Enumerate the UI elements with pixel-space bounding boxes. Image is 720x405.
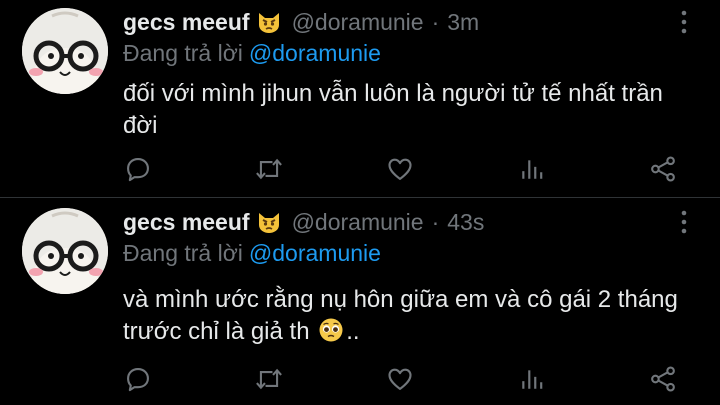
replying-to: Đang trả lời @doramunie bbox=[123, 38, 381, 68]
retweet-icon bbox=[256, 368, 282, 390]
user-handle[interactable]: @doramunie bbox=[292, 9, 424, 36]
display-name[interactable]: gecs meeuf bbox=[123, 209, 250, 236]
heart-icon bbox=[388, 368, 412, 390]
more-vertical-icon[interactable] bbox=[672, 10, 696, 34]
user-handle[interactable]: @doramunie bbox=[292, 209, 424, 236]
tweet[interactable]: gecs meeuf @doramunie · 3m Đang trả lời … bbox=[0, 0, 720, 198]
tweet-text-main: đối với mình jihun vẫn luôn là người tử … bbox=[123, 80, 663, 139]
stats-button[interactable] bbox=[517, 154, 547, 184]
display-name[interactable]: gecs meeuf bbox=[123, 9, 250, 36]
like-button[interactable] bbox=[385, 154, 415, 184]
share-button[interactable] bbox=[648, 364, 678, 394]
tweet-header: gecs meeuf @doramunie · 3m bbox=[123, 4, 479, 40]
retweet-button[interactable] bbox=[254, 154, 284, 184]
reply-bubble-icon bbox=[127, 158, 149, 182]
tweet-text: đối với mình jihun vẫn luôn là người tử … bbox=[123, 78, 693, 142]
share-button[interactable] bbox=[648, 154, 678, 184]
avatar[interactable] bbox=[22, 208, 108, 294]
reply-mention-link[interactable]: @doramunie bbox=[249, 240, 381, 267]
reply-mention-link[interactable]: @doramunie bbox=[249, 40, 381, 67]
tweet-text-main: và mình ước rằng nụ hôn giữa em và cô gá… bbox=[123, 286, 678, 345]
stats-button[interactable] bbox=[517, 364, 547, 394]
pouting-cat-emoji-icon bbox=[256, 209, 282, 235]
retweet-icon bbox=[256, 158, 282, 180]
tweet-text: và mình ước rằng nụ hôn giữa em và cô gá… bbox=[123, 284, 693, 352]
reply-bubble-icon bbox=[127, 368, 149, 392]
action-bar bbox=[0, 152, 720, 186]
reply-prefix: Đang trả lời bbox=[123, 239, 243, 266]
analytics-bars-icon bbox=[522, 370, 543, 389]
retweet-button[interactable] bbox=[254, 364, 284, 394]
timestamp[interactable]: 43s bbox=[447, 209, 484, 236]
tweet-text-tail: .. bbox=[346, 318, 360, 345]
share-icon bbox=[651, 156, 675, 182]
tweet-feed: gecs meeuf @doramunie · 3m Đang trả lời … bbox=[0, 0, 720, 405]
share-icon bbox=[651, 366, 675, 392]
timestamp[interactable]: 3m bbox=[447, 9, 479, 36]
tweet[interactable]: gecs meeuf @doramunie · 43s Đang trả lời… bbox=[0, 200, 720, 398]
reply-button[interactable] bbox=[123, 364, 153, 394]
action-bar bbox=[0, 362, 720, 396]
more-vertical-icon[interactable] bbox=[672, 210, 696, 234]
reply-button[interactable] bbox=[123, 154, 153, 184]
analytics-bars-icon bbox=[522, 160, 543, 179]
avatar[interactable] bbox=[22, 8, 108, 94]
separator-dot: · bbox=[431, 208, 440, 235]
heart-icon bbox=[388, 158, 412, 180]
separator-dot: · bbox=[431, 8, 440, 35]
replying-to: Đang trả lời @doramunie bbox=[123, 238, 381, 268]
pouting-cat-emoji-icon bbox=[256, 9, 282, 35]
like-button[interactable] bbox=[385, 364, 415, 394]
pleading-face-emoji-icon bbox=[318, 317, 344, 352]
tweet-header: gecs meeuf @doramunie · 43s bbox=[123, 204, 484, 240]
reply-prefix: Đang trả lời bbox=[123, 39, 243, 66]
